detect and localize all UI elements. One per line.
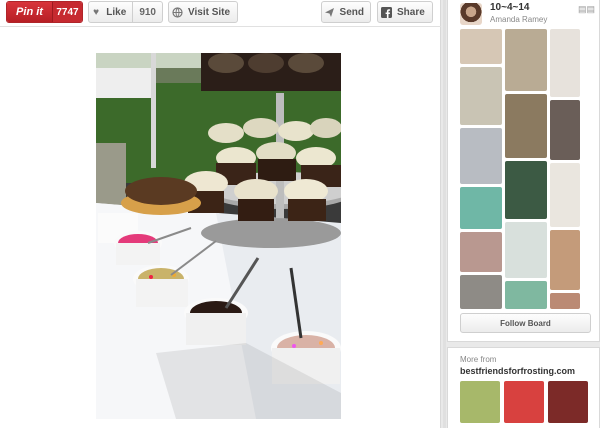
facebook-icon	[378, 4, 394, 20]
send-arrow-icon	[322, 4, 337, 20]
board-thumb[interactable]	[550, 293, 580, 309]
board-owner[interactable]: Amanda Ramey	[490, 15, 547, 24]
more-from-source-link[interactable]: bestfriendsforfrosting.com	[460, 366, 575, 376]
like-label: Like	[106, 6, 127, 18]
pin-it-count: 7747	[53, 2, 82, 22]
board-thumb[interactable]	[505, 94, 547, 158]
board-thumb[interactable]	[505, 29, 547, 91]
share-label: Share	[397, 6, 425, 18]
pin-image[interactable]	[96, 53, 341, 419]
board-panel: 10~4~14 Amanda Ramey ▤▤ Follow Board	[447, 0, 600, 342]
globe-icon	[169, 4, 185, 20]
board-thumb[interactable]	[460, 187, 502, 229]
avatar[interactable]	[460, 3, 482, 25]
board-thumb[interactable]	[460, 232, 502, 272]
like-count: 910	[132, 2, 162, 22]
share-button[interactable]: Share	[377, 1, 433, 23]
board-thumb[interactable]	[550, 163, 580, 227]
pin-main-panel: Pin it 7747 ♥ Like 910 Visit Site Send S…	[0, 0, 441, 428]
more-thumb[interactable]	[460, 381, 500, 423]
more-from-label: More from	[460, 355, 497, 364]
more-thumb[interactable]	[504, 381, 544, 423]
board-thumb[interactable]	[505, 222, 547, 278]
pins-icon: ▤▤	[577, 4, 595, 14]
board-thumb[interactable]	[505, 281, 547, 309]
board-thumb[interactable]	[505, 161, 547, 219]
board-thumb[interactable]	[550, 29, 580, 97]
heart-icon: ♥	[93, 6, 100, 18]
more-from-panel: More from bestfriendsforfrosting.com	[447, 347, 600, 428]
like-button[interactable]: ♥ Like 910	[88, 1, 163, 23]
pin-it-label: Pin it	[7, 2, 53, 22]
board-thumb[interactable]	[460, 128, 502, 184]
board-thumb[interactable]	[550, 100, 580, 160]
send-label: Send	[339, 6, 364, 18]
visit-site-label: Visit Site	[188, 6, 231, 18]
board-thumb[interactable]	[460, 29, 502, 64]
pin-toolbar: Pin it 7747 ♥ Like 910 Visit Site Send S…	[0, 0, 441, 27]
pin-it-button[interactable]: Pin it 7747	[6, 1, 83, 23]
board-title[interactable]: 10~4~14	[490, 2, 530, 13]
board-thumb[interactable]	[460, 275, 502, 309]
board-thumb[interactable]	[550, 230, 580, 290]
follow-board-button[interactable]: Follow Board	[460, 313, 591, 333]
board-thumb[interactable]	[460, 67, 502, 125]
more-thumb[interactable]	[548, 381, 588, 423]
send-button[interactable]: Send	[321, 1, 371, 23]
scrollbar[interactable]	[443, 0, 446, 428]
visit-site-button[interactable]: Visit Site	[168, 1, 238, 23]
